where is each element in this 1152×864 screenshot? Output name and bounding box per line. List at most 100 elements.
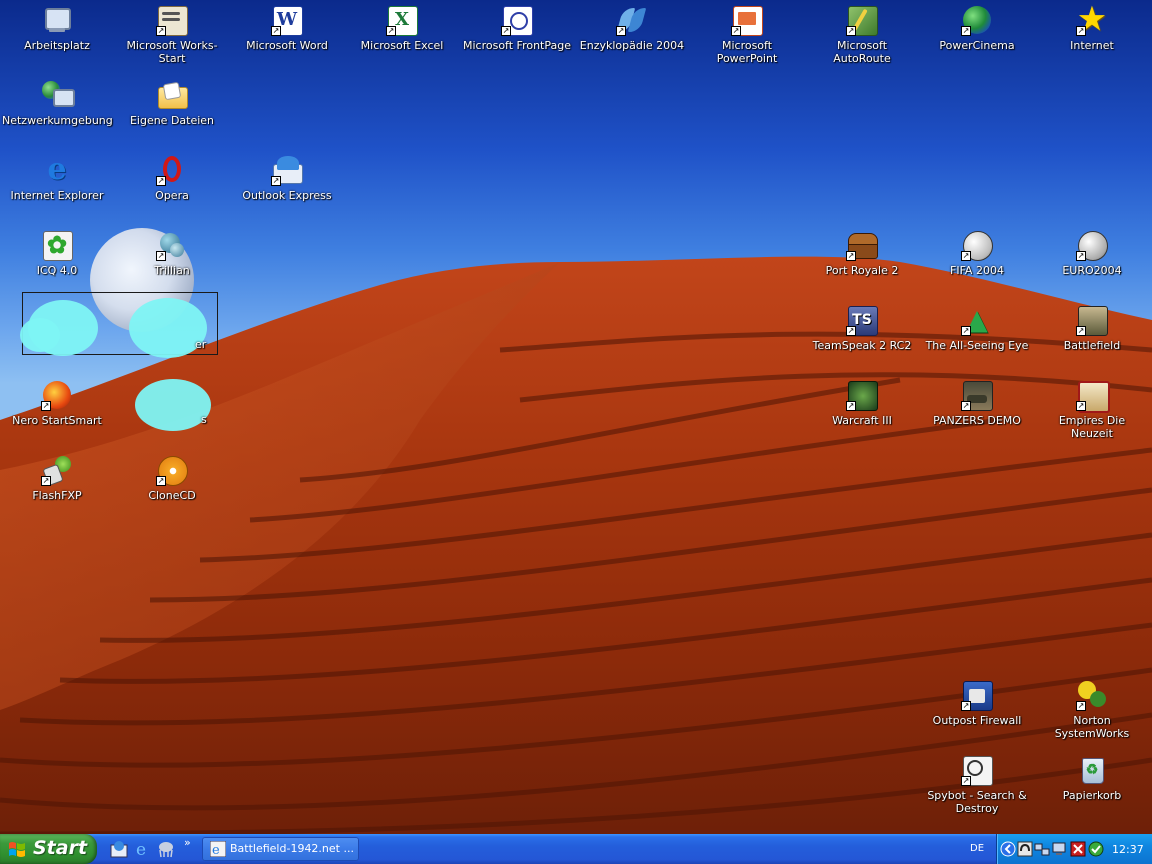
shortcut-arrow-icon: ↗ xyxy=(616,26,626,36)
tray-expand-chevron-icon[interactable] xyxy=(1000,841,1016,857)
quicklaunch-jellyfish-icon[interactable] xyxy=(157,840,175,858)
desktop-icon-icq[interactable]: ✿ ICQ 4.0 xyxy=(0,227,114,299)
shortcut-arrow-icon: ↗ xyxy=(846,401,856,411)
autoroute-icon: ↗ xyxy=(846,4,878,36)
desktop-icon-spybot[interactable]: ↗ Spybot - Search & Destroy xyxy=(920,752,1034,832)
shortcut-arrow-icon: ↗ xyxy=(961,326,971,336)
desktop-icon-obscured-1[interactable] xyxy=(0,296,114,368)
internet-explorer-icon: e xyxy=(47,152,67,187)
treasure-chest-icon: ↗ xyxy=(846,229,878,261)
star-icon: ★ ↗ xyxy=(1076,2,1106,37)
recycle-bin-icon: ♻ xyxy=(1076,754,1108,786)
desktop-icon-powercinema[interactable]: ↗ PowerCinema xyxy=(920,2,1034,74)
language-indicator[interactable]: DE xyxy=(970,843,984,854)
desktop-icon-internet-explorer[interactable]: e Internet Explorer xyxy=(0,152,114,224)
clock[interactable]: 12:37 xyxy=(1112,843,1144,856)
svg-text:e: e xyxy=(136,840,146,858)
shortcut-arrow-icon: ↗ xyxy=(846,251,856,261)
desktop-icon-internet[interactable]: ★ ↗ Internet xyxy=(1035,2,1149,74)
taskbar-button-label: Battlefield-1942.net ... xyxy=(230,842,354,855)
shortcut-arrow-icon: ↗ xyxy=(156,176,166,186)
desktop-icon-battlefield[interactable]: ↗ Battlefield xyxy=(1035,302,1149,374)
tray-headset-icon[interactable] xyxy=(1017,841,1033,857)
desktop-icon-powerpoint[interactable]: ↗ Microsoft PowerPoint xyxy=(690,2,804,74)
shortcut-arrow-icon: ↗ xyxy=(156,476,166,486)
tray-firewall-icon[interactable] xyxy=(1070,841,1086,857)
tray-network-icon[interactable] xyxy=(1034,841,1050,857)
desktop-icon-frontpage[interactable]: ↗ Microsoft FrontPage xyxy=(460,2,574,74)
desktop-icon-euro2004[interactable]: ↗ EURO2004 xyxy=(1035,227,1149,299)
windows-flag-icon xyxy=(9,842,25,857)
internet-explorer-icon: e xyxy=(210,841,226,857)
tray-network-icon-2[interactable] xyxy=(1051,841,1067,857)
desktop-icon-works-start[interactable]: ↗ Microsoft Works-Start xyxy=(115,2,229,74)
quicklaunch-chevron[interactable]: » xyxy=(184,836,191,849)
desktop-icon-warcraft[interactable]: ↗ Warcraft III xyxy=(805,377,919,449)
shortcut-arrow-icon: ↗ xyxy=(961,701,971,711)
shortcut-arrow-icon: ↗ xyxy=(961,776,971,786)
desktop-icon-port-royale[interactable]: ↗ Port Royale 2 xyxy=(805,227,919,299)
desktop-icon-eigene-dateien[interactable]: Eigene Dateien xyxy=(115,77,229,149)
desktop-icon-norton[interactable]: ↗ Norton SystemWorks xyxy=(1035,677,1149,749)
desktop-icon-obscured-2[interactable]: er xyxy=(115,296,229,368)
shortcut-arrow-icon: ↗ xyxy=(41,476,51,486)
shortcut-arrow-icon: ↗ xyxy=(1076,251,1086,261)
encyclopedia-icon: ↗ xyxy=(616,4,648,36)
desktop-icon-netzwerkumgebung[interactable]: Netzwerkumgebung xyxy=(0,77,114,149)
globe-icon: ↗ xyxy=(961,4,993,36)
outlook-express-icon: ↗ xyxy=(271,154,303,186)
desktop-icon-nero[interactable]: ↗ Nero StartSmart xyxy=(0,377,114,449)
taskbar: Start e » e Battlefield-1942.net ... DE … xyxy=(0,834,1152,864)
desktop-icon-word[interactable]: W ↗ Microsoft Word xyxy=(230,2,344,74)
tray-security-check-icon[interactable] xyxy=(1088,841,1104,857)
panzers-icon: ↗ xyxy=(961,379,993,411)
desktop-icon-autoroute[interactable]: ↗ Microsoft AutoRoute xyxy=(805,2,919,74)
folder-icon xyxy=(156,79,188,111)
teamspeak-icon: TS ↗ xyxy=(846,304,878,336)
desktop-icon-trillian[interactable]: ↗ Trillian xyxy=(115,227,229,299)
empires-icon: ↗ xyxy=(1076,379,1110,413)
works-icon: ↗ xyxy=(156,4,188,36)
my-computer-icon xyxy=(41,4,73,36)
desktop-icon-fifa[interactable]: ↗ FIFA 2004 xyxy=(920,227,1034,299)
desktop-icon-opera[interactable]: ↗ Opera xyxy=(115,152,229,224)
shortcut-arrow-icon: ↗ xyxy=(1076,401,1086,411)
desktop-icon-teamspeak[interactable]: TS ↗ TeamSpeak 2 RC2 xyxy=(805,302,919,374)
desktop-icon-flashfxp[interactable]: ↗ FlashFXP xyxy=(0,452,114,524)
shortcut-arrow-icon: ↗ xyxy=(271,26,281,36)
taskbar-button-battlefield[interactable]: e Battlefield-1942.net ... xyxy=(202,837,359,861)
shortcut-arrow-icon: ↗ xyxy=(846,326,856,336)
quicklaunch-internet-explorer-icon[interactable]: e xyxy=(134,840,152,860)
excel-icon: X ↗ xyxy=(386,4,418,36)
desktop-icon-panzers[interactable]: ↗ PANZERS DEMO xyxy=(920,377,1034,449)
start-label: Start xyxy=(33,837,88,859)
shortcut-arrow-icon: ↗ xyxy=(156,26,166,36)
shortcut-arrow-icon: ↗ xyxy=(1076,326,1086,336)
shortcut-arrow-icon: ↗ xyxy=(846,26,856,36)
desktop-icon-outlook-express[interactable]: ↗ Outlook Express xyxy=(230,152,344,224)
shortcut-arrow-icon: ↗ xyxy=(961,26,971,36)
shortcut-arrow-icon: ↗ xyxy=(271,176,281,186)
desktop-icon-outpost-firewall[interactable]: ↗ Outpost Firewall xyxy=(920,677,1034,749)
desktop-icon-empires[interactable]: ↗ Empires Die Neuzeit xyxy=(1035,377,1149,449)
desktop-icon-arbeitsplatz[interactable]: Arbeitsplatz xyxy=(0,2,114,74)
icq-flower-icon: ✿ xyxy=(41,229,73,261)
shortcut-arrow-icon: ↗ xyxy=(961,401,971,411)
shortcut-arrow-icon: ↗ xyxy=(501,26,511,36)
desktop-icon-clonecd[interactable]: ↗ CloneCD xyxy=(115,452,229,524)
desktop-icon-obscured-3[interactable]: s xyxy=(115,377,229,449)
start-button[interactable]: Start xyxy=(0,834,97,864)
trillian-icon: ↗ xyxy=(156,229,188,261)
soccer-ball-icon: ↗ xyxy=(961,229,993,261)
word-icon: W ↗ xyxy=(271,4,303,36)
shortcut-arrow-icon: ↗ xyxy=(41,401,51,411)
desktop-icon-all-seeing-eye[interactable]: ▲ ↗ The All-Seeing Eye xyxy=(920,302,1034,374)
desktop-icon-papierkorb[interactable]: ♻ Papierkorb xyxy=(1035,752,1149,824)
eye-pyramid-icon: ▲ ↗ xyxy=(961,303,988,336)
powerpoint-icon: ↗ xyxy=(731,4,763,36)
desktop-icon-excel[interactable]: X ↗ Microsoft Excel xyxy=(345,2,459,74)
desktop-icon-enzyklopaedie[interactable]: ↗ Enzyklopädie 2004 xyxy=(575,2,689,74)
soccer-ball-icon: ↗ xyxy=(1076,229,1108,261)
frontpage-icon: ↗ xyxy=(501,4,533,36)
quicklaunch-outlook-icon[interactable] xyxy=(110,840,128,858)
